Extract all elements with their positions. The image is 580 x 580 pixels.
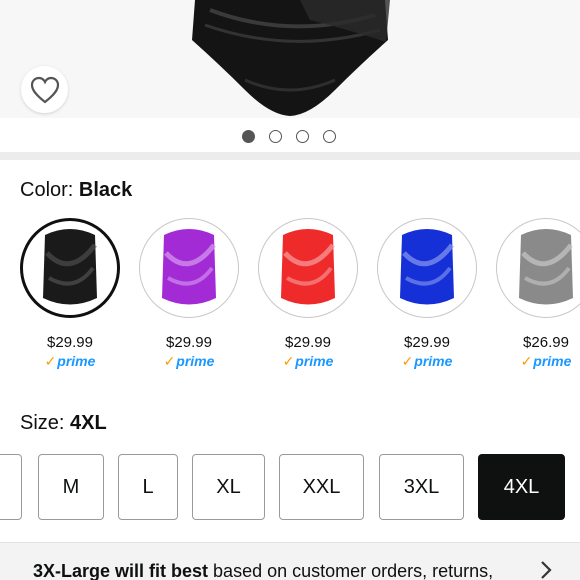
size-option-4xl[interactable]: 4XL	[478, 454, 565, 520]
color-swatch-blue[interactable]: $29.99 ✓prime	[377, 218, 477, 370]
prime-check-icon: ✓	[282, 353, 295, 369]
prime-check-icon: ✓	[44, 353, 57, 369]
swimsuit-image	[519, 229, 573, 305]
swatch-image	[496, 218, 580, 318]
fit-recommendation-bold: 3X-Large will fit best	[33, 561, 209, 580]
size-option-s[interactable]	[0, 454, 22, 520]
color-swatch-black[interactable]: $29.99 ✓prime	[20, 218, 120, 370]
swatch-image	[139, 218, 239, 318]
size-option-xl[interactable]: XL	[192, 454, 265, 520]
size-option-xxl[interactable]: XXL	[279, 454, 364, 520]
prime-badge: ✓prime	[496, 353, 580, 370]
prime-check-icon: ✓	[401, 353, 414, 369]
prime-label: prime	[57, 353, 96, 369]
swatch-price: $29.99	[285, 334, 331, 351]
carousel-dot-4[interactable]	[323, 129, 336, 143]
color-label-text: Color:	[20, 179, 74, 201]
color-swatches: $29.99 ✓prime $29.99 ✓prime $29.99 ✓prim…	[0, 218, 580, 378]
swatch-image	[258, 218, 358, 318]
wishlist-button[interactable]	[21, 66, 68, 113]
color-label: Color: Black	[20, 179, 132, 202]
selected-size-value: 4XL	[70, 412, 107, 434]
section-divider	[0, 152, 580, 160]
product-image-area	[0, 0, 580, 118]
selected-color-value: Black	[78, 179, 133, 201]
prime-badge: ✓prime	[139, 353, 239, 370]
prime-badge: ✓prime	[20, 353, 120, 370]
prime-label: prime	[176, 353, 215, 369]
fit-recommendation-banner[interactable]: 3X-Large will fit best based on customer…	[0, 542, 580, 580]
product-photo	[192, 0, 390, 116]
swatch-price: $26.99	[523, 334, 569, 351]
fit-recommendation-text: 3X-Large will fit best based on customer…	[33, 561, 493, 580]
size-option-l[interactable]: L	[118, 454, 178, 520]
chevron-right-icon[interactable]	[540, 560, 552, 580]
swatch-image	[20, 218, 120, 318]
carousel-dot-1[interactable]	[242, 129, 255, 143]
prime-check-icon: ✓	[163, 353, 176, 369]
size-options: M L XL XXL 3XL 4XL	[0, 454, 580, 520]
carousel-dot-2[interactable]	[269, 129, 282, 143]
color-swatch-red[interactable]: $29.99 ✓prime	[258, 218, 358, 370]
swimsuit-image	[43, 229, 97, 305]
size-label-text: Size:	[20, 412, 65, 434]
size-label: Size: 4XL	[20, 412, 107, 435]
heart-icon	[30, 76, 59, 103]
swimsuit-image	[400, 229, 454, 305]
prime-label: prime	[414, 353, 453, 369]
swatch-price: $29.99	[404, 334, 450, 351]
swimsuit-image	[281, 229, 335, 305]
prime-check-icon: ✓	[520, 353, 533, 369]
prime-label: prime	[533, 353, 572, 369]
size-option-m[interactable]: M	[38, 454, 104, 520]
swatch-price: $29.99	[166, 334, 212, 351]
color-swatch-gray[interactable]: $26.99 ✓prime	[496, 218, 580, 370]
swimsuit-image	[162, 229, 216, 305]
carousel-dots	[0, 118, 580, 154]
swatch-price: $29.99	[47, 334, 93, 351]
carousel-dot-3[interactable]	[296, 129, 309, 143]
prime-badge: ✓prime	[258, 353, 358, 370]
color-swatch-purple[interactable]: $29.99 ✓prime	[139, 218, 239, 370]
swatch-image	[377, 218, 477, 318]
prime-badge: ✓prime	[377, 353, 477, 370]
size-option-3xl[interactable]: 3XL	[379, 454, 464, 520]
fit-recommendation-rest: based on customer orders, returns,	[208, 561, 494, 580]
prime-label: prime	[295, 353, 334, 369]
